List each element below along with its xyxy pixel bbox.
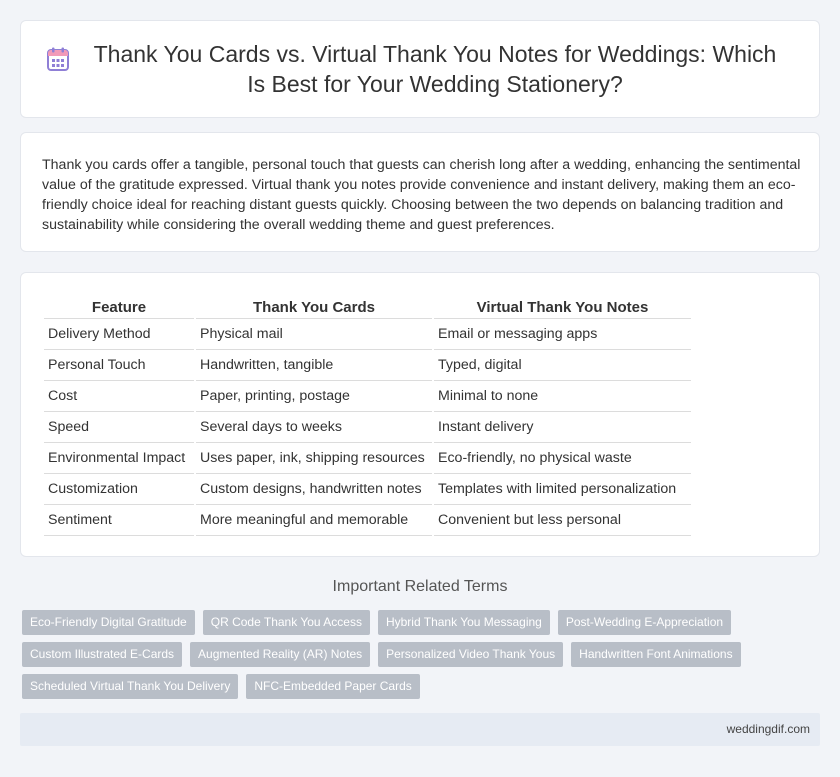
table-cell-virtual: Convenient but less personal [434, 505, 691, 536]
column-header-virtual-notes: Virtual Thank You Notes [434, 295, 691, 319]
related-term-tag[interactable]: Personalized Video Thank Yous [378, 642, 564, 667]
table-cell-cards: Paper, printing, postage [196, 381, 432, 412]
summary-text: Thank you cards offer a tangible, person… [42, 157, 801, 233]
table-cell-feature: Cost [44, 381, 194, 412]
table-cell-virtual: Templates with limited personalization [434, 474, 691, 505]
table-row: Customization Custom designs, handwritte… [44, 474, 691, 505]
table-cell-virtual: Minimal to none [434, 381, 691, 412]
table-cell-virtual: Eco-friendly, no physical waste [434, 443, 691, 474]
table-cell-cards: Several days to weeks [196, 412, 432, 443]
table-row: Personal Touch Handwritten, tangible Typ… [44, 350, 691, 381]
table-cell-cards: Handwritten, tangible [196, 350, 432, 381]
table-cell-feature: Sentiment [44, 505, 194, 536]
table-cell-cards: More meaningful and memorable [196, 505, 432, 536]
table-cell-virtual: Email or messaging apps [434, 319, 691, 350]
title-card: Thank You Cards vs. Virtual Thank You No… [20, 20, 820, 118]
table-header-row: Feature Thank You Cards Virtual Thank Yo… [44, 295, 691, 319]
table-cell-feature: Delivery Method [44, 319, 194, 350]
comparison-table: Feature Thank You Cards Virtual Thank Yo… [42, 295, 693, 536]
related-term-tag[interactable]: Hybrid Thank You Messaging [377, 610, 550, 635]
related-terms-title: Important Related Terms [332, 578, 508, 595]
table-cell-cards: Custom designs, handwritten notes [196, 474, 432, 505]
column-header-feature: Feature [44, 295, 194, 319]
comparison-card: Feature Thank You Cards Virtual Thank Yo… [20, 272, 820, 557]
table-cell-feature: Speed [44, 412, 194, 443]
related-term-tag[interactable]: Handwritten Font Animations [571, 642, 741, 667]
related-terms-list: Eco-Friendly Digital Gratitude QR Code T… [22, 610, 742, 699]
table-cell-cards: Physical mail [196, 319, 432, 350]
related-term-tag[interactable]: Scheduled Virtual Thank You Delivery [22, 674, 239, 699]
related-term-tag[interactable]: QR Code Thank You Access [202, 610, 370, 635]
related-term-tag[interactable]: Eco-Friendly Digital Gratitude [22, 610, 195, 635]
table-cell-feature: Personal Touch [44, 350, 194, 381]
table-cell-feature: Customization [44, 474, 194, 505]
column-header-thank-you-cards: Thank You Cards [196, 295, 432, 319]
table-cell-virtual: Instant delivery [434, 412, 691, 443]
page-title: Thank You Cards vs. Virtual Thank You No… [93, 41, 777, 97]
summary-card: Thank you cards offer a tangible, person… [20, 132, 820, 252]
footer-site-link[interactable]: weddingdif.com [727, 722, 810, 736]
table-row: Environmental Impact Uses paper, ink, sh… [44, 443, 691, 474]
related-term-tag[interactable]: Custom Illustrated E-Cards [22, 642, 183, 667]
related-term-tag[interactable]: Post-Wedding E-Appreciation [557, 610, 732, 635]
table-row: Speed Several days to weeks Instant deli… [44, 412, 691, 443]
table-row: Delivery Method Physical mail Email or m… [44, 319, 691, 350]
table-cell-feature: Environmental Impact [44, 443, 194, 474]
table-row: Sentiment More meaningful and memorable … [44, 505, 691, 536]
table-row: Cost Paper, printing, postage Minimal to… [44, 381, 691, 412]
related-term-tag[interactable]: NFC-Embedded Paper Cards [246, 674, 420, 699]
footer: weddingdif.com [20, 713, 820, 746]
related-term-tag[interactable]: Augmented Reality (AR) Notes [190, 642, 371, 667]
table-cell-virtual: Typed, digital [434, 350, 691, 381]
table-cell-cards: Uses paper, ink, shipping resources [196, 443, 432, 474]
